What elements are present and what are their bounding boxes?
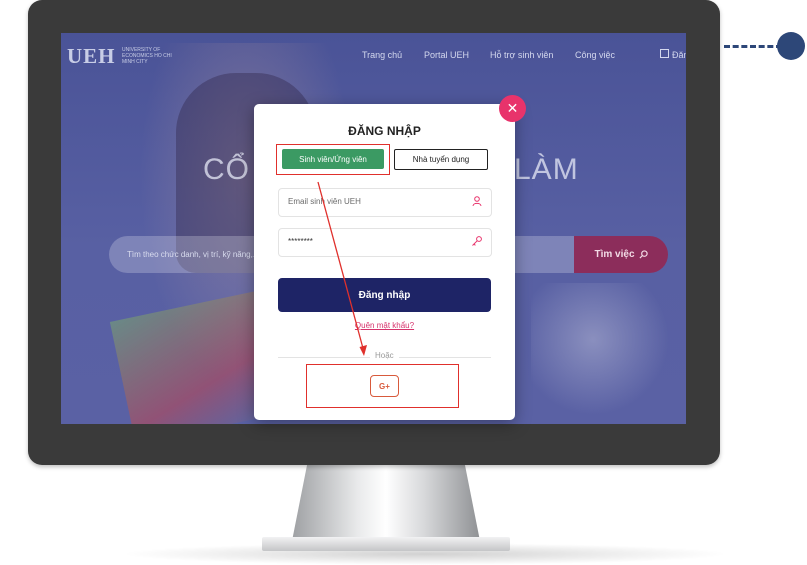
- annotation-arrow: [317, 181, 367, 356]
